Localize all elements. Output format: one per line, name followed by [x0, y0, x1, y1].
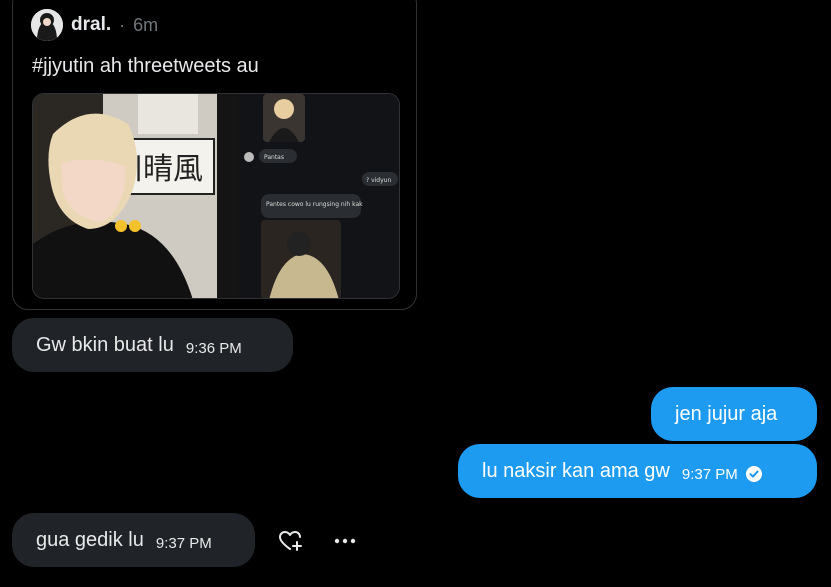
- person-photo: 川晴風: [33, 94, 217, 298]
- more-horizontal-icon: [334, 538, 356, 544]
- chat-screenshot: Pantas ? vidyun Pantes cowo lu rungsing …: [239, 94, 399, 298]
- message-text: Gw bkin buat lu: [36, 333, 174, 356]
- author-avatar[interactable]: [31, 9, 63, 41]
- tweet-text: #jjyutin ah threetweets au: [32, 55, 259, 77]
- check-circle-icon: [745, 466, 762, 482]
- avatar-image: [31, 9, 63, 41]
- message-text: gua gedik lu: [36, 528, 144, 551]
- heart-plus-icon: [279, 531, 302, 551]
- message-time: 9:37 PM: [155, 534, 212, 552]
- author-name[interactable]: dral.: [71, 14, 111, 36]
- message-text: jen jujur aja: [675, 402, 778, 425]
- chat-snippet-2: ? vidyun: [366, 177, 391, 184]
- tweet-media[interactable]: 川晴風 Pantas ? vidyun Pantes cowo lu rungs…: [32, 93, 400, 299]
- chat-snippet-3: Pantes cowo lu rungsing nih kak: [266, 201, 363, 208]
- shared-tweet-card[interactable]: dral. · 6m #jjyutin ah threetweets au 川晴…: [12, 0, 417, 310]
- chat-snippet-1: Pantas: [264, 154, 284, 161]
- tweet-header: dral. · 6m: [31, 9, 158, 41]
- message-bubble-sent[interactable]: lu naksir kan ama gw 9:37 PM: [458, 444, 817, 498]
- message-time: 9:37 PM: [681, 465, 738, 483]
- message-bubble-received[interactable]: gua gedik lu 9:37 PM: [12, 513, 255, 567]
- message-text: lu naksir kan ama gw: [482, 459, 670, 482]
- react-button[interactable]: [276, 528, 306, 554]
- message-bubble-sent[interactable]: jen jujur aja: [651, 387, 817, 441]
- message-time: 9:36 PM: [185, 339, 242, 357]
- more-button[interactable]: [330, 528, 360, 554]
- separator-dot: ·: [119, 14, 126, 35]
- tweet-time: 6m: [133, 14, 159, 35]
- message-bubble-received[interactable]: Gw bkin buat lu 9:36 PM: [12, 318, 293, 372]
